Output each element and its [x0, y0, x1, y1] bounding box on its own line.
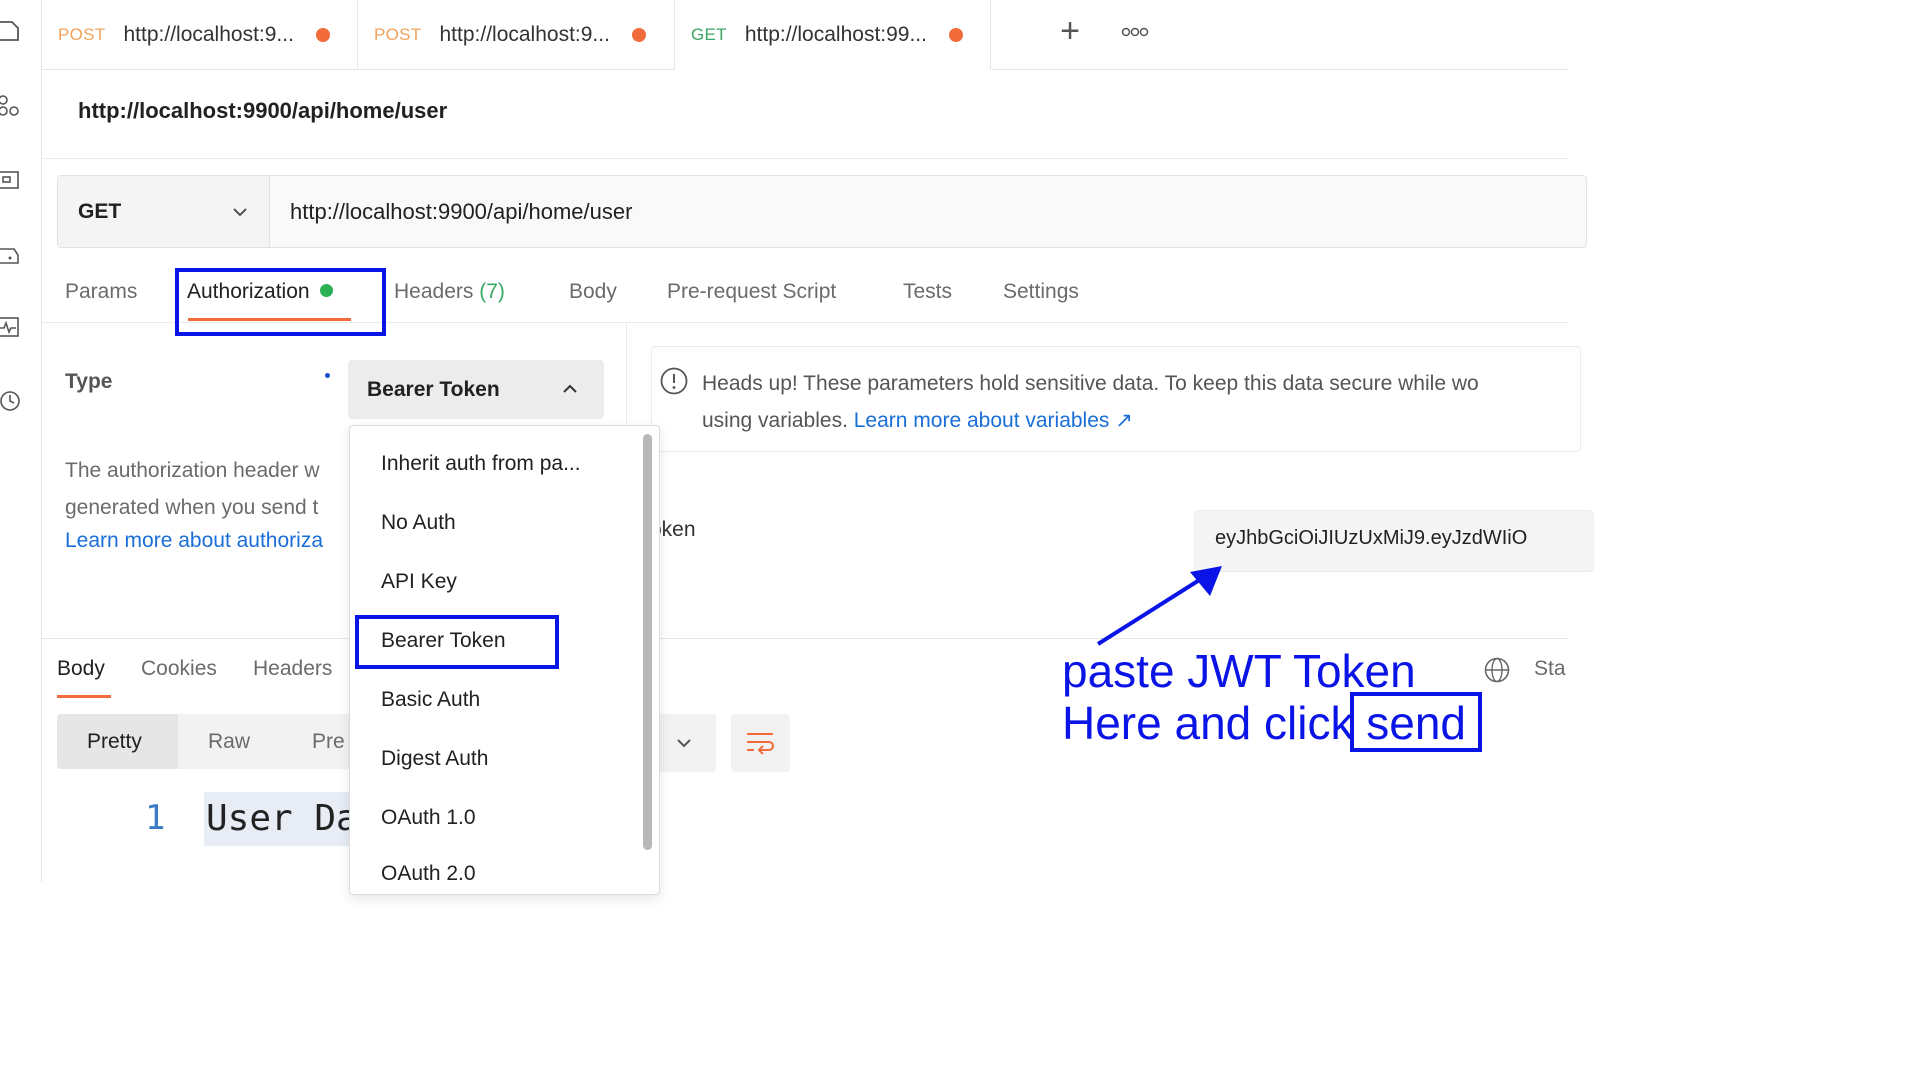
history-icon[interactable]	[0, 390, 22, 412]
active-tab-underline	[57, 695, 111, 698]
request-tab-3[interactable]: GET http://localhost:99...	[675, 0, 991, 70]
dropdown-option[interactable]: OAuth 1.0	[381, 806, 476, 830]
method-select[interactable]: GET	[58, 176, 270, 247]
response-tab-body[interactable]: Body	[57, 657, 105, 681]
dropdown-scrollbar[interactable]	[643, 434, 652, 850]
learn-more-authorization-link[interactable]: Learn more about authoriza	[65, 526, 350, 556]
tab-tests[interactable]: Tests	[903, 280, 952, 304]
annotation-line: Here and click	[1062, 697, 1367, 749]
send-highlight-box	[1350, 692, 1482, 752]
request-tab-2[interactable]: POST http://localhost:9...	[358, 0, 675, 70]
response-view-toggle: Pretty Raw Pre	[57, 714, 357, 769]
view-raw-button[interactable]: Raw	[208, 714, 250, 769]
left-rail	[0, 0, 42, 882]
unsaved-dot-icon	[948, 27, 963, 42]
dropdown-option[interactable]: Inherit auth from pa...	[381, 452, 581, 476]
notice-line: using variables.	[702, 409, 854, 432]
tab-method: POST	[58, 25, 106, 44]
chevron-up-icon	[563, 384, 577, 393]
tab-method: POST	[374, 25, 422, 44]
authorization-highlight-box	[175, 268, 386, 336]
learn-more-variables-link[interactable]: Learn more about variables ↗	[854, 409, 1133, 432]
tab-method: GET	[691, 24, 727, 44]
environments-icon[interactable]	[0, 170, 22, 192]
notice-line: Heads up! These parameters hold sensitiv…	[702, 372, 1479, 395]
request-tabs-bar: POST http://localhost:9... POST http://l…	[42, 0, 1568, 70]
dropdown-option[interactable]: Digest Auth	[381, 747, 488, 771]
code-text: User Da	[206, 798, 354, 839]
divider	[42, 638, 1568, 639]
dropdown-option[interactable]: API Key	[381, 570, 457, 594]
alert-circle-icon	[660, 367, 688, 395]
auth-type-label: Type	[65, 370, 113, 393]
headers-count: (7)	[479, 280, 505, 303]
method-value: GET	[78, 200, 122, 223]
code-line-number: 1	[145, 798, 166, 838]
request-title[interactable]: http://localhost:9900/api/home/user	[78, 98, 447, 124]
dropdown-option[interactable]: OAuth 2.0	[381, 862, 476, 886]
wrap-lines-icon	[747, 733, 774, 755]
tab-settings[interactable]: Settings	[1003, 280, 1079, 304]
monitors-icon[interactable]	[0, 316, 22, 338]
chevron-down-icon	[677, 739, 691, 748]
tab-prerequest-script[interactable]: Pre-request Script	[667, 280, 836, 304]
tab-headers-label: Headers	[394, 280, 474, 303]
divider	[42, 158, 1568, 159]
response-tab-headers[interactable]: Headers	[253, 657, 332, 681]
request-tab-1[interactable]: POST http://localhost:9...	[42, 0, 358, 70]
auth-type-select[interactable]: Bearer Token	[348, 360, 604, 419]
annotation-line: paste JWT Token	[1062, 645, 1416, 697]
notice-text: Heads up! These parameters hold sensitiv…	[702, 365, 1582, 439]
auth-desc-line: generated when you send t	[65, 496, 319, 519]
status-label: Sta	[1534, 657, 1566, 680]
response-tab-cookies[interactable]: Cookies	[141, 657, 217, 681]
dropdown-option[interactable]: No Auth	[381, 511, 456, 535]
notice-line-2: using variables. Learn more about variab…	[702, 402, 1582, 439]
info-dot-icon	[325, 373, 330, 378]
globe-icon[interactable]	[1484, 657, 1510, 683]
collections-icon[interactable]	[0, 20, 22, 42]
auth-type-value: Bearer Token	[367, 378, 500, 401]
annotation-arrow-icon	[1096, 566, 1222, 646]
url-input[interactable]: http://localhost:9900/api/home/user	[290, 199, 632, 225]
tab-url: http://localhost:9...	[123, 23, 294, 46]
response-code-line: User Da	[204, 792, 354, 846]
mock-servers-icon[interactable]	[0, 243, 22, 265]
tab-headers[interactable]: Headers (7)	[394, 280, 505, 304]
bearer-token-highlight-box	[355, 615, 559, 669]
token-input[interactable]: eyJhbGciOiJIUzUxMiJ9.eyJzdWIiO	[1194, 510, 1594, 572]
view-pretty-button[interactable]: Pretty	[57, 714, 178, 769]
tab-params[interactable]: Params	[65, 280, 137, 304]
unsaved-dot-icon	[315, 28, 330, 42]
auth-description: The authorization header w generated whe…	[65, 452, 350, 556]
wrap-lines-button[interactable]	[731, 714, 790, 772]
tab-url: http://localhost:9...	[439, 23, 610, 46]
token-value: eyJhbGciOiJIUzUxMiJ9.eyJzdWIiO	[1215, 527, 1528, 549]
url-bar: GET http://localhost:9900/api/home/user	[57, 175, 1587, 248]
sensitive-data-notice: Heads up! These parameters hold sensitiv…	[651, 346, 1581, 452]
unsaved-dot-icon	[631, 28, 646, 42]
new-tab-button[interactable]: +	[1055, 14, 1085, 48]
chevron-down-icon	[233, 208, 247, 217]
apis-icon[interactable]	[0, 95, 22, 117]
dropdown-option[interactable]: Basic Auth	[381, 688, 480, 712]
more-horizontal-icon[interactable]	[1120, 24, 1150, 40]
view-preview-button[interactable]: Pre	[312, 714, 345, 769]
tab-url: http://localhost:99...	[744, 22, 927, 46]
tab-body[interactable]: Body	[569, 280, 617, 304]
auth-desc-line: The authorization header w	[65, 459, 320, 482]
